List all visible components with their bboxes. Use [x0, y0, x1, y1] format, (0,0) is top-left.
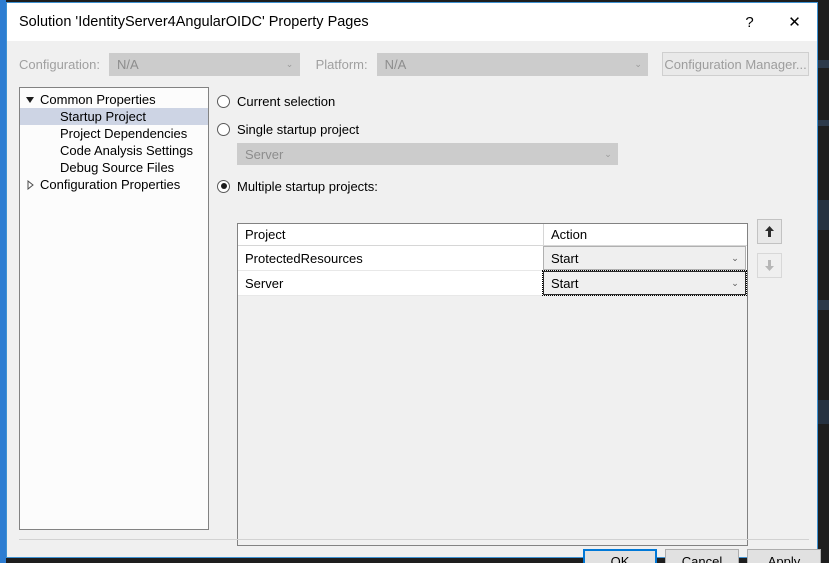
radio-icon[interactable]	[217, 122, 230, 136]
radio-label: Current selection	[237, 93, 336, 109]
startup-projects-grid-container: Project Action ProtectedResources Start …	[237, 223, 748, 546]
radio-icon[interactable]	[217, 94, 230, 108]
tree-item-startup-project[interactable]: Startup Project	[20, 108, 208, 125]
startup-project-pane: Current selection Single startup project…	[217, 87, 809, 546]
startup-projects-grid[interactable]: Project Action ProtectedResources Start …	[237, 223, 748, 546]
cell-action[interactable]: Start ⌄	[542, 270, 747, 296]
apply-button[interactable]: Apply	[747, 549, 821, 563]
action-value: Start	[551, 250, 579, 266]
background-artifact	[818, 60, 829, 68]
radio-icon[interactable]	[217, 179, 230, 193]
chevron-down-icon: ⌄	[285, 58, 294, 69]
radio-multiple-startup-projects[interactable]: Multiple startup projects:	[217, 176, 809, 196]
window-title: Solution 'IdentityServer4AngularOIDC' Pr…	[19, 14, 369, 30]
background-artifact	[818, 200, 829, 230]
radio-label: Multiple startup projects:	[237, 178, 378, 194]
configuration-bar: Configuration: N/A ⌄ Platform: N/A ⌄ Con…	[19, 49, 809, 79]
single-startup-project-value: Server	[245, 146, 284, 162]
properties-tree[interactable]: Common Properties Startup Project Projec…	[19, 87, 209, 530]
single-startup-project-dropdown: Server ⌄	[237, 143, 618, 165]
chevron-down-icon[interactable]: ⌄	[725, 278, 745, 289]
chevron-down-icon[interactable]: ⌄	[725, 253, 745, 264]
table-row[interactable]: ProtectedResources Start ⌄	[238, 246, 747, 271]
screen: Solution 'IdentityServer4AngularOIDC' Pr…	[0, 0, 829, 563]
cancel-button[interactable]: Cancel	[665, 549, 739, 563]
radio-single-startup-project[interactable]: Single startup project	[217, 119, 809, 139]
cell-project-name[interactable]: Server	[238, 271, 544, 295]
tree-item-configuration-properties[interactable]: Configuration Properties	[20, 176, 208, 193]
configuration-dropdown: N/A ⌄	[108, 52, 300, 76]
action-dropdown[interactable]: Start ⌄	[543, 246, 746, 270]
cell-action[interactable]: Start ⌄	[543, 246, 747, 270]
tree-item-label: Configuration Properties	[40, 177, 181, 192]
tree-item-label: Project Dependencies	[60, 126, 188, 141]
tree-item-label: Code Analysis Settings	[60, 143, 193, 158]
tree-item-label: Startup Project	[60, 109, 146, 124]
arrow-down-icon	[765, 260, 774, 271]
background-artifact	[818, 120, 829, 126]
chevron-down-icon: ⌄	[634, 58, 642, 69]
tree-item-project-dependencies[interactable]: Project Dependencies	[20, 125, 208, 142]
platform-value: N/A	[384, 56, 407, 72]
grid-header-row: Project Action	[238, 224, 747, 246]
action-dropdown[interactable]: Start ⌄	[542, 270, 747, 296]
background-artifact	[818, 400, 829, 424]
tree-item-common-properties[interactable]: Common Properties	[20, 91, 208, 108]
chevron-down-icon: ⌄	[604, 148, 612, 159]
platform-label: Platform:	[315, 56, 368, 72]
tree-item-label: Debug Source Files	[60, 160, 175, 175]
arrow-up-icon	[765, 226, 774, 237]
tree-item-label: Common Properties	[40, 92, 156, 107]
platform-dropdown: N/A ⌄	[376, 52, 649, 76]
property-pages-dialog: Solution 'IdentityServer4AngularOIDC' Pr…	[6, 2, 821, 563]
background-artifact	[818, 300, 829, 310]
table-row[interactable]: Server Start ⌄	[238, 270, 747, 296]
move-up-button[interactable]	[757, 219, 782, 244]
configuration-manager-button: Configuration Manager...	[662, 52, 809, 76]
action-value: Start	[551, 275, 579, 291]
column-header-action[interactable]: Action	[544, 224, 747, 245]
move-down-button	[757, 253, 782, 278]
configuration-value: N/A	[116, 56, 139, 72]
expander-down-icon[interactable]	[20, 96, 40, 103]
radio-label: Single startup project	[237, 121, 360, 137]
tree-item-debug-source-files[interactable]: Debug Source Files	[20, 159, 208, 176]
help-icon[interactable]: ?	[727, 4, 772, 41]
configuration-label: Configuration:	[19, 56, 100, 72]
expander-right-icon[interactable]	[20, 179, 40, 190]
dialog-body: Configuration: N/A ⌄ Platform: N/A ⌄ Con…	[7, 41, 821, 563]
cell-project-name[interactable]: ProtectedResources	[238, 246, 544, 270]
close-icon[interactable]: ✕	[772, 4, 817, 41]
dialog-footer: OK Cancel Apply	[7, 549, 821, 563]
column-header-project[interactable]: Project	[238, 224, 544, 245]
title-bar: Solution 'IdentityServer4AngularOIDC' Pr…	[7, 3, 817, 41]
radio-current-selection[interactable]: Current selection	[217, 91, 809, 111]
ok-button[interactable]: OK	[583, 549, 657, 563]
tree-item-code-analysis-settings[interactable]: Code Analysis Settings	[20, 142, 208, 159]
footer-separator	[19, 539, 809, 540]
